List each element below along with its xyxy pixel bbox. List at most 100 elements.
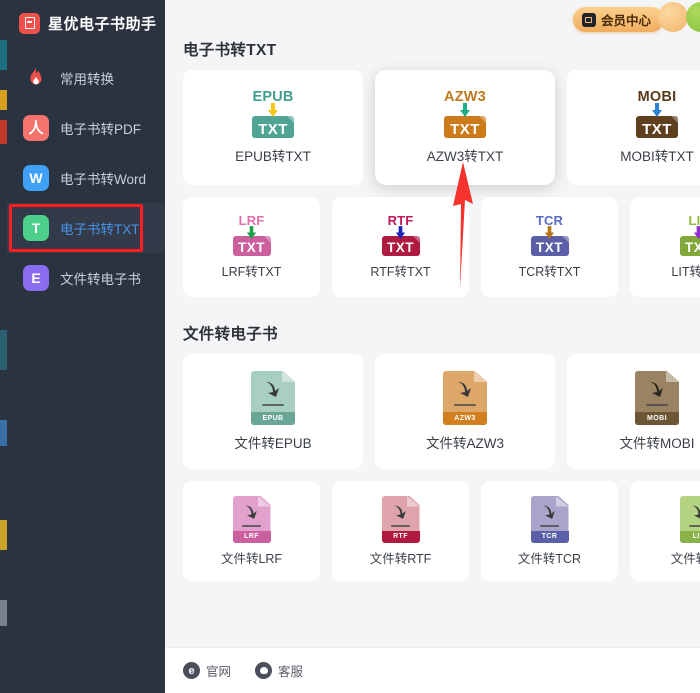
format-band-label: TCR [530,530,569,543]
topbar: 会员中心 [165,0,700,32]
txt-icon-glyph: T [31,220,41,236]
ebook-icon: E [23,265,49,291]
card-lrf-to-txt[interactable]: LRF TXT LRF转TXT [183,197,320,297]
member-center-label: 会员中心 [600,14,651,28]
sidebar: 星优电子书助手 常用转换 人 电子书转PDF W 电子书转Word T 电子书转… [7,0,165,693]
lit-to-txt-icon: LIT TXT [672,214,700,256]
target-format-label: TXT [238,240,265,255]
vip-badge-icon [581,12,596,27]
card-label: 文件转EPUB [234,436,312,451]
source-format-label: EPUB [252,89,294,105]
flame-icon-svg [30,66,42,85]
target-format-label: TXT [450,121,480,138]
card-lit-to-txt[interactable]: LIT TXT LIT转TXT [630,197,700,297]
format-band-label: MOBI [635,412,679,425]
file-to-epub-icon: EPUB [251,371,295,425]
footer-link-official-site[interactable]: e 官网 [183,661,231,680]
edge-browser-icon: e [183,662,200,679]
source-format-label: AZW3 [444,89,486,105]
app-window: 星优电子书助手 常用转换 人 电子书转PDF W 电子书转Word T 电子书转… [0,0,700,693]
file-to-lrf-icon: LRF [232,495,271,543]
book-app-logo-icon [19,12,40,34]
card-azw3-to-txt[interactable]: AZW3 TXT AZW3转TXT [375,70,555,185]
app-logo: 星优电子书助手 [7,0,165,34]
card-epub-to-txt[interactable]: EPUB TXT EPUB转TXT [183,70,363,185]
app-title: 星优电子书助手 [48,15,157,33]
card-rtf-to-txt[interactable]: RTF TXT RTF转TXT [332,197,469,297]
footer-link-label: 客服 [278,665,304,679]
mobi-to-txt-icon: MOBI TXT [625,90,689,138]
sidebar-item-label: 常用转换 [60,72,114,87]
download-arrow-icon [244,505,257,519]
file-to-tcr-icon: TCR [530,495,569,543]
card-grid-file-to-ebook-row1: EPUB 文件转EPUB AZW3 文件转AZW3 MOBI 文件转MOBI [165,354,700,469]
txt-icon: T [23,215,49,241]
footer-link-label: 官网 [206,665,232,679]
card-label: 文件转AZW3 [425,436,504,451]
lrf-to-txt-icon: LRF TXT [225,214,279,256]
card-label: EPUB转TXT [235,149,311,164]
flame-icon [23,65,49,91]
sidebar-item-label: 文件转电子书 [60,272,141,287]
sidebar-item-ebook-to-word[interactable]: W 电子书转Word [7,153,165,203]
card-label: 文件转RTF [369,551,432,566]
sidebar-item-label: 电子书转PDF [60,122,141,137]
card-label: 文件转LIT [670,551,700,566]
card-label: AZW3转TXT [426,149,504,164]
card-file-to-mobi[interactable]: MOBI 文件转MOBI [567,354,700,469]
section-title-file-to-ebook: 文件转电子书 [183,326,278,343]
card-label: LIT转TXT [671,265,700,279]
avatar-orange[interactable] [658,2,688,32]
azw3-to-txt-icon: AZW3 TXT [433,90,497,138]
format-band-label: EPUB [251,412,295,425]
sidebar-item-ebook-to-pdf[interactable]: 人 电子书转PDF [7,103,165,153]
download-arrow-icon [395,226,405,239]
sidebar-item-label: 电子书转Word [60,172,147,187]
tcr-to-txt-icon: TCR TXT [523,214,577,256]
card-tcr-to-txt[interactable]: TCR TXT TCR转TXT [481,197,618,297]
download-arrow-icon [693,226,700,239]
main-content: 会员中心 电子书转TXT EPUB TXT EPUB转TXT AZW3 TXT [165,0,700,693]
format-band-label: LIT [679,530,700,543]
file-to-mobi-icon: MOBI [635,371,679,425]
card-mobi-to-txt[interactable]: MOBI TXT MOBI转TXT [567,70,700,185]
member-center-button[interactable]: 会员中心 [572,7,664,32]
card-file-to-tcr[interactable]: TCR 文件转TCR [481,481,618,581]
sidebar-nav: 常用转换 人 电子书转PDF W 电子书转Word T 电子书转TXT E 文件… [7,53,165,303]
sidebar-item-ebook-to-txt[interactable]: T 电子书转TXT [7,203,165,253]
pdf-icon: 人 [23,115,49,141]
source-format-label: MOBI [637,89,677,105]
card-grid-ebook-to-txt-row2: LRF TXT LRF转TXT RTF TXT RTF转TXT TCR TXT [165,197,700,297]
card-file-to-azw3[interactable]: AZW3 文件转AZW3 [375,354,555,469]
download-arrow-icon [542,505,555,519]
target-format-label: TXT [685,240,700,255]
sidebar-item-label: 电子书转TXT [60,222,140,237]
download-arrow-icon [652,103,662,117]
card-label: MOBI转TXT [620,149,694,164]
avatar-green[interactable] [686,2,700,32]
card-label: RTF转TXT [370,265,431,279]
card-label: 文件转LRF [220,551,283,566]
target-format-label: TXT [642,121,672,138]
section-title-ebook-to-txt: 电子书转TXT [183,42,277,59]
sidebar-item-common-convert[interactable]: 常用转换 [7,53,165,103]
download-arrow-icon [691,505,700,519]
card-grid-file-to-ebook-row2: LRF 文件转LRF RTF 文件转RTF TCR 文件转TCR LI 文件 [165,481,700,581]
card-label: 文件转MOBI [619,436,695,451]
download-arrow-icon [544,226,554,239]
card-file-to-lit[interactable]: LIT 文件转LIT [630,481,700,581]
card-label: LRF转TXT [221,265,282,279]
target-format-label: TXT [258,121,288,138]
download-arrow-icon [268,103,278,117]
download-arrow-icon [246,226,256,239]
card-file-to-rtf[interactable]: RTF 文件转RTF [332,481,469,581]
sidebar-item-file-to-ebook[interactable]: E 文件转电子书 [7,253,165,303]
card-file-to-lrf[interactable]: LRF 文件转LRF [183,481,320,581]
format-band-label: LRF [232,530,271,543]
footer: e 官网 客服 [165,647,700,693]
file-to-rtf-icon: RTF [381,495,420,543]
card-file-to-epub[interactable]: EPUB 文件转EPUB [183,354,363,469]
footer-link-support[interactable]: 客服 [255,661,303,680]
download-arrow-icon [650,382,663,397]
download-arrow-icon [460,103,470,117]
